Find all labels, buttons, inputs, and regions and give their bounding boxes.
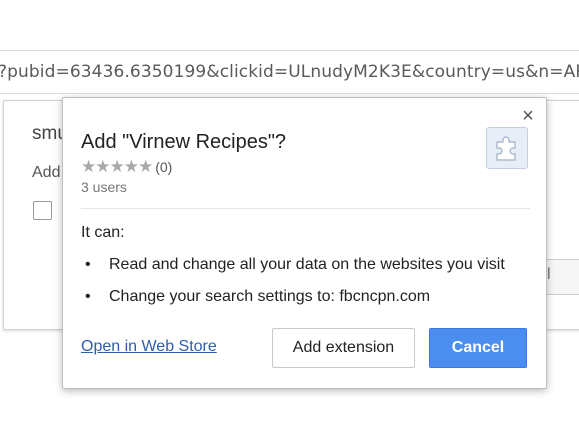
open-web-store-link[interactable]: Open in Web Store	[81, 338, 217, 356]
page-checkbox[interactable]	[33, 201, 52, 220]
page-subtitle: Add	[32, 164, 61, 181]
rating-row: ★★★★★ (0)	[81, 157, 173, 176]
add-extension-button[interactable]: Add extension	[272, 328, 415, 368]
page-right-button-label: l	[547, 266, 551, 283]
user-count: 3 users	[81, 179, 127, 195]
add-extension-dialog: × Add "Virnew Recipes"? ★★★★★ (0) 3 user…	[62, 97, 547, 389]
address-bar[interactable]: ?pubid=63436.6350199&clickid=ULnudyM2K3E…	[0, 50, 579, 94]
bullet: •	[85, 288, 91, 305]
permission-item: • Change your search settings to: fbcncpn…	[85, 288, 430, 306]
cancel-button[interactable]: Cancel	[429, 328, 527, 368]
permission-text: Change your search settings to: fbcncpn.…	[109, 288, 431, 305]
url-text[interactable]: ?pubid=63436.6350199&clickid=ULnudyM2K3E…	[0, 62, 579, 82]
dialog-title: Add "Virnew Recipes"?	[81, 131, 287, 153]
permissions-heading: It can:	[81, 224, 125, 241]
browser-top-strip	[0, 0, 579, 50]
puzzle-piece-icon	[486, 127, 528, 169]
close-icon[interactable]: ×	[518, 106, 538, 126]
rating-stars-icon: ★★★★★	[81, 157, 153, 176]
permission-item: • Read and change all your data on the we…	[85, 256, 505, 274]
bullet: •	[85, 256, 91, 273]
permission-text: Read and change all your data on the web…	[109, 256, 505, 273]
rating-count: (0)	[155, 159, 173, 175]
divider	[81, 208, 530, 209]
